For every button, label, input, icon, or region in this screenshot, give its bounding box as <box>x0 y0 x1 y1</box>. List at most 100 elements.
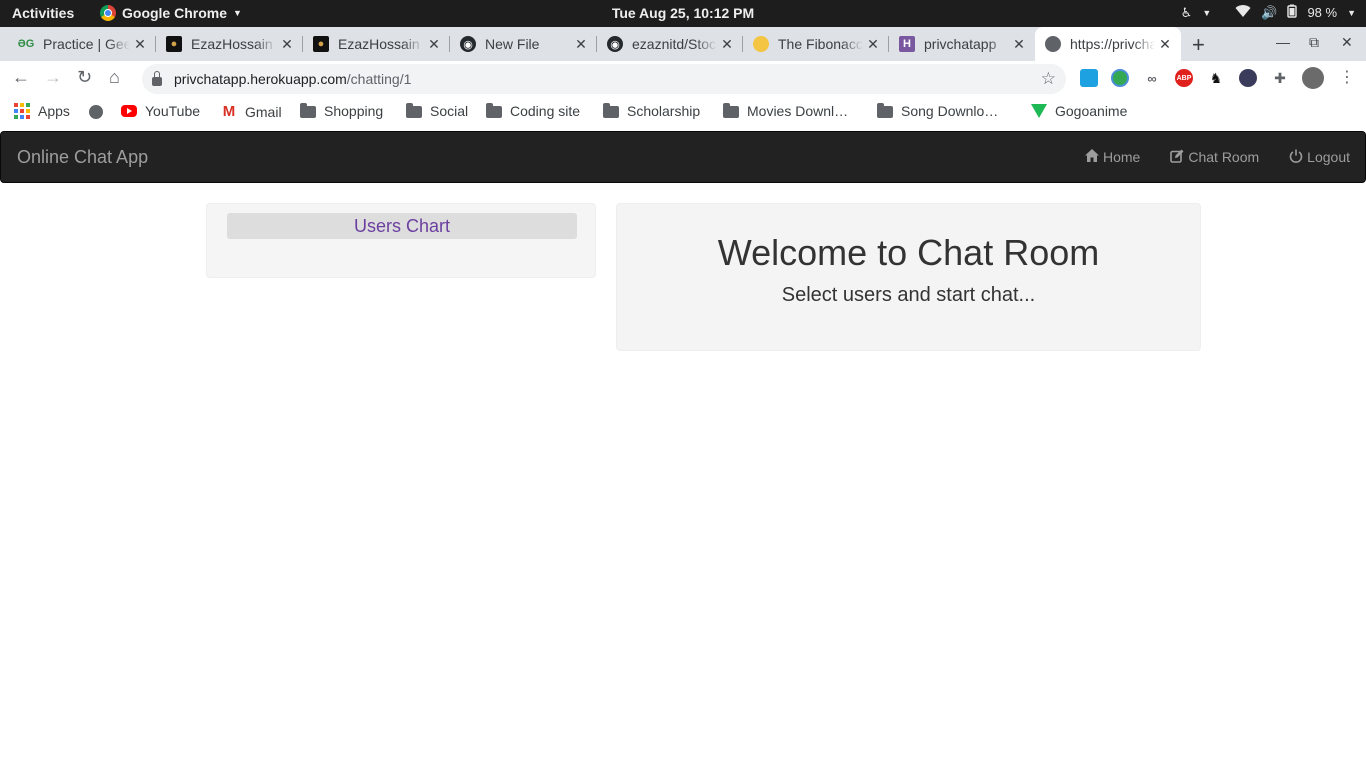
close-tab-icon[interactable]: ✕ <box>1009 36 1029 53</box>
edit-icon <box>1170 149 1184 166</box>
bookmark-star-icon[interactable]: ☆ <box>1041 69 1056 89</box>
close-tab-icon[interactable]: ✕ <box>717 36 737 53</box>
bookmark-gmail[interactable]: M Gmail <box>221 103 282 120</box>
adblock-extension-icon[interactable]: ABP <box>1175 69 1193 87</box>
gfg-icon: ƏG <box>17 38 35 50</box>
github-icon: ◉ <box>460 36 476 52</box>
profile-avatar[interactable] <box>1302 67 1324 89</box>
app-menu-label: Google Chrome <box>122 5 228 21</box>
folder-icon <box>603 103 619 118</box>
tab-practice[interactable]: ƏG Practice | GeeksforGeeks ✕ <box>8 27 156 61</box>
close-tab-icon[interactable]: ✕ <box>424 36 444 53</box>
welcome-panel: Welcome to Chat Room Select users and st… <box>616 203 1201 351</box>
tab-title: https://privchatapp.herokuapp.com <box>1070 36 1155 52</box>
folder-icon <box>877 103 893 118</box>
glasses-extension-icon[interactable]: ∞ <box>1143 69 1161 87</box>
tab-title: The Fibonacci <box>778 36 863 52</box>
incognito-extension-icon[interactable] <box>1239 69 1257 87</box>
lock-icon[interactable] <box>152 70 162 86</box>
gnome-extension-icon[interactable]: ♞ <box>1207 69 1225 87</box>
bookmark-folder-social[interactable]: Social <box>406 103 468 119</box>
reload-icon[interactable]: ↻ <box>77 67 92 88</box>
welcome-subtitle: Select users and start chat... <box>781 284 1036 306</box>
profile-icon: ● <box>313 36 329 52</box>
tab-privchatapp[interactable]: H privchatapp ✕ <box>889 27 1035 61</box>
bookmark-folder-movies[interactable]: Movies Downl… <box>723 103 848 119</box>
tab-title: privchatapp <box>924 36 997 52</box>
close-tab-icon[interactable]: ✕ <box>863 36 883 53</box>
puzzle-extensions-icon[interactable]: ✚ <box>1271 69 1289 87</box>
bookmark-gogoanime[interactable]: Gogoanime <box>1031 103 1127 119</box>
bookmark-label: Shopping <box>324 103 384 119</box>
bookmark-folder-songs[interactable]: Song Downlo… <box>877 103 998 119</box>
close-tab-icon[interactable]: ✕ <box>1155 36 1175 53</box>
system-tray[interactable]: ♿ ▼ 🔊 98 % ▼ <box>1181 4 1356 21</box>
nav-logout-link[interactable]: Logout <box>1274 132 1365 182</box>
youtube-icon <box>121 105 137 117</box>
tab-title: Practice | GeeksforGeeks <box>43 36 130 52</box>
nav-chat-room-link[interactable]: Chat Room <box>1155 132 1274 182</box>
tab-title: EzazHossain <box>338 36 420 52</box>
minimize-icon[interactable]: ― <box>1276 34 1290 50</box>
folder-icon <box>300 103 316 118</box>
activities-button[interactable]: Activities <box>12 5 74 21</box>
tab-ezaznitd[interactable]: ◉ ezaznitd/Stock ✕ <box>597 27 743 61</box>
bookmark-label: Movies Downl… <box>747 103 849 119</box>
globe-icon <box>89 105 103 119</box>
power-icon <box>1289 149 1303 166</box>
battery-level: 98 % <box>1307 5 1338 20</box>
tab-active[interactable]: https://privchatapp.herokuapp.com ✕ <box>1035 27 1181 61</box>
bookmark-folder-coding-site[interactable]: Coding site <box>486 103 580 119</box>
heroku-icon: H <box>899 36 915 52</box>
bookmark-label: Gmail <box>245 103 282 120</box>
bookmarks-bar: Apps YouTube M Gmail Shopping Social Cod… <box>0 97 1366 127</box>
back-icon[interactable]: ← <box>12 67 30 88</box>
caret-down-icon: ▼ <box>233 8 242 18</box>
folder-icon <box>723 103 739 118</box>
app-menu[interactable]: Google Chrome ▼ <box>100 5 242 21</box>
nav-logout-label: Logout <box>1307 149 1350 165</box>
users-chart-header: Users Chart <box>227 213 577 239</box>
welcome-title: Welcome to Chat Room <box>717 232 1100 273</box>
url-path: /chatting/1 <box>346 71 412 87</box>
bookmark-label: Scholarship <box>627 103 701 119</box>
tab-fibonacci[interactable]: The Fibonacci ✕ <box>743 27 889 61</box>
bookmark-youtube[interactable]: YouTube <box>121 103 200 119</box>
bookmark-globe[interactable] <box>89 105 111 119</box>
bookmark-folder-shopping[interactable]: Shopping <box>300 103 383 119</box>
kebab-menu-icon[interactable]: ⋮ <box>1339 67 1355 87</box>
close-window-icon[interactable]: ✕ <box>1341 34 1353 51</box>
new-tab-button[interactable]: + <box>1192 32 1205 58</box>
tab-ezazhossain-1[interactable]: ● EzazHossain ✕ <box>156 27 303 61</box>
close-tab-icon[interactable]: ✕ <box>277 36 297 53</box>
url-host: privchatapp.herokuapp.com <box>174 71 347 87</box>
close-tab-icon[interactable]: ✕ <box>130 36 150 53</box>
globe-extension-icon[interactable] <box>1111 69 1129 87</box>
emoji-icon <box>753 36 769 52</box>
close-tab-icon[interactable]: ✕ <box>571 36 591 53</box>
forward-icon[interactable]: → <box>44 67 62 88</box>
bookmark-label: YouTube <box>145 103 201 119</box>
restore-icon[interactable]: ⧉ <box>1309 34 1319 51</box>
home-icon <box>1085 149 1099 165</box>
wifi-icon <box>1235 4 1251 21</box>
profile-icon: ● <box>166 36 182 52</box>
bookmark-folder-scholarship[interactable]: Scholarship <box>603 103 700 119</box>
nav-chat-room-label: Chat Room <box>1188 149 1260 165</box>
gogoanime-icon <box>1031 104 1047 118</box>
nav-home-link[interactable]: Home <box>1070 132 1155 182</box>
clock[interactable]: Tue Aug 25, 10:12 PM <box>612 5 754 21</box>
folder-icon <box>486 103 502 118</box>
home-icon[interactable]: ⌂ <box>109 67 120 88</box>
accessibility-icon: ♿ <box>1180 4 1193 20</box>
bookmark-label: Gogoanime <box>1055 103 1128 119</box>
navbar-brand[interactable]: Online Chat App <box>17 147 148 168</box>
navbar-links: Home Chat Room Logout <box>1070 132 1365 182</box>
tab-new-file[interactable]: ◉ New File ✕ <box>450 27 597 61</box>
address-bar[interactable]: privchatapp.herokuapp.com/chatting/1 ☆ <box>142 64 1066 94</box>
bookmark-apps[interactable]: Apps <box>14 103 70 119</box>
url-text[interactable]: privchatapp.herokuapp.com/chatting/1 <box>174 71 411 87</box>
nav-home-label: Home <box>1103 149 1141 165</box>
translate-extension-icon[interactable] <box>1080 69 1098 87</box>
tab-ezazhossain-2[interactable]: ● EzazHossain ✕ <box>303 27 450 61</box>
